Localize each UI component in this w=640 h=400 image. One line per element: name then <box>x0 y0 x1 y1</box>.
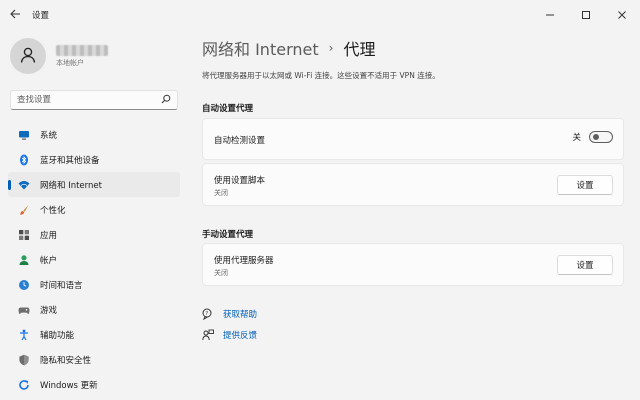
maximize-icon <box>581 10 591 20</box>
app-title: 设置 <box>32 11 50 21</box>
profile-account-type: 本地帐户 <box>56 58 84 67</box>
accessibility-icon <box>18 329 30 341</box>
sidebar-item-label: 隐私和安全性 <box>40 355 92 366</box>
sidebar-item-label: Windows 更新 <box>40 380 98 391</box>
person-avatar-icon <box>19 46 37 67</box>
sidebar-item-label: 辅助功能 <box>40 330 75 341</box>
back-arrow-icon <box>9 8 21 22</box>
title-bar: 设置 <box>0 0 640 30</box>
auto-detect-toggle[interactable] <box>589 131 613 143</box>
sidebar-item-windows-update[interactable]: Windows 更新 <box>8 372 180 397</box>
profile-name-redacted <box>56 44 108 56</box>
manual-proxy-section-title: 手动设置代理 <box>202 230 254 240</box>
proxy-server-status: 关闭 <box>214 269 228 277</box>
feedback-icon <box>202 329 214 341</box>
minimize-button[interactable] <box>532 0 568 30</box>
avatar <box>10 38 46 74</box>
auto-detect-label: 自动检测设置 <box>214 136 266 146</box>
give-feedback-link[interactable]: 提供反馈 <box>202 329 257 341</box>
update-icon <box>18 379 30 391</box>
sidebar-item-time-language[interactable]: 时间和语言 <box>8 272 180 297</box>
back-button[interactable] <box>0 0 30 30</box>
auto-detect-card: 自动检测设置 关 <box>202 118 624 160</box>
help-chat-icon: ? <box>202 308 214 320</box>
auto-detect-toggle-group: 关 <box>572 131 613 143</box>
sidebar-item-label: 游戏 <box>40 305 58 316</box>
close-icon <box>617 10 627 20</box>
sidebar-item-label: 系统 <box>40 130 58 141</box>
setup-script-label: 使用设置脚本 <box>214 176 266 186</box>
sidebar-item-apps[interactable]: 应用 <box>8 222 180 247</box>
sidebar-item-network[interactable]: 网络和 Internet <box>8 172 180 197</box>
search-box[interactable] <box>10 90 178 110</box>
search-input[interactable] <box>17 95 161 105</box>
profile[interactable]: 本地帐户 <box>10 38 108 74</box>
sidebar-item-label: 时间和语言 <box>40 280 83 291</box>
sidebar-item-label: 网络和 Internet <box>40 180 102 191</box>
sidebar-item-gaming[interactable]: 游戏 <box>8 297 180 322</box>
shield-icon <box>18 354 30 366</box>
proxy-server-button[interactable]: 设置 <box>557 255 613 275</box>
svg-text:?: ? <box>205 311 208 317</box>
proxy-server-label: 使用代理服务器 <box>214 256 274 266</box>
get-help-link[interactable]: ? 获取帮助 <box>202 308 257 320</box>
close-button[interactable] <box>604 0 640 30</box>
toggle-knob <box>593 134 599 140</box>
sidebar-item-bluetooth[interactable]: 蓝牙和其他设备 <box>8 147 180 172</box>
sidebar-item-personalization[interactable]: 个性化 <box>8 197 180 222</box>
page-description: 将代理服务器用于以太网或 Wi-Fi 连接。这些设置不适用于 VPN 连接。 <box>202 71 440 80</box>
auto-proxy-section-title: 自动设置代理 <box>202 104 254 114</box>
sidebar-item-label: 蓝牙和其他设备 <box>40 155 100 166</box>
page-title: 代理 <box>343 40 376 59</box>
sidebar-nav: 系统 蓝牙和其他设备 网络和 Internet 个性化 应用 帐户 时间和语言 … <box>8 122 180 397</box>
sidebar-item-label: 个性化 <box>40 205 66 216</box>
setup-script-status: 关闭 <box>214 189 228 197</box>
breadcrumb-parent[interactable]: 网络和 Internet <box>202 36 319 60</box>
toggle-state-label: 关 <box>572 133 581 143</box>
sidebar-item-label: 帐户 <box>40 255 58 266</box>
main-content: 网络和 Internet › 代理 将代理服务器用于以太网或 Wi-Fi 连接。… <box>202 30 626 400</box>
get-help-label: 获取帮助 <box>223 310 258 320</box>
sidebar-item-system[interactable]: 系统 <box>8 122 180 147</box>
clock-globe-icon <box>18 279 30 291</box>
breadcrumb-separator: › <box>328 41 334 55</box>
setup-script-button[interactable]: 设置 <box>557 175 613 195</box>
minimize-icon <box>545 10 555 20</box>
brush-icon <box>18 204 30 216</box>
apps-icon <box>18 229 30 241</box>
bluetooth-icon <box>18 154 30 166</box>
sidebar-item-privacy[interactable]: 隐私和安全性 <box>8 347 180 372</box>
proxy-server-card: 使用代理服务器 关闭 设置 <box>202 243 624 286</box>
setup-script-card: 使用设置脚本 关闭 设置 <box>202 163 624 206</box>
sidebar-item-accessibility[interactable]: 辅助功能 <box>8 322 180 347</box>
give-feedback-label: 提供反馈 <box>223 331 258 341</box>
monitor-icon <box>18 129 30 141</box>
person-icon <box>18 254 30 266</box>
gamepad-icon <box>18 304 30 316</box>
sidebar: 本地帐户 系统 蓝牙和其他设备 网络和 Internet <box>0 30 188 400</box>
sidebar-item-label: 应用 <box>40 230 58 241</box>
maximize-button[interactable] <box>568 0 604 30</box>
window-controls <box>532 0 640 30</box>
wifi-icon <box>18 179 30 191</box>
breadcrumb: 网络和 Internet › 代理 <box>202 36 375 60</box>
search-icon[interactable] <box>161 94 171 107</box>
sidebar-item-accounts[interactable]: 帐户 <box>8 247 180 272</box>
